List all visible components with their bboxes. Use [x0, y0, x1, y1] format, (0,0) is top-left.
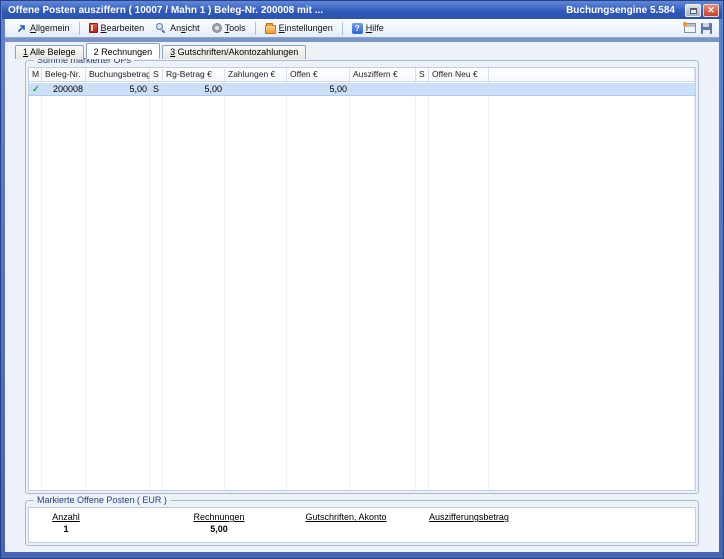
cell-beleg-nr: 200008 — [42, 83, 86, 95]
title-bar: Offene Posten ausziffern ( 10007 / Mahn … — [2, 2, 722, 19]
summary-gutschriften-akonto-label: Gutschriften, Akonto — [297, 512, 395, 522]
ops-table-gridlines — [29, 68, 695, 490]
toolbar-separator — [342, 22, 343, 35]
edit-book-icon — [89, 23, 98, 33]
column-header-m[interactable]: M — [29, 68, 42, 81]
toolbar-button-einstellungen[interactable]: Einstellungen — [259, 22, 339, 35]
column-header-offen[interactable]: Offen € — [287, 68, 350, 81]
summary-groupbox: Markierte Offene Posten ( EUR ) Anzahl 1… — [25, 500, 699, 546]
cell-rg-betrag: 5,00 — [163, 83, 225, 95]
column-header-s2[interactable]: S — [416, 68, 429, 81]
magnifier-icon — [156, 23, 167, 34]
summary-rechnungen-label: Rechnungen — [179, 512, 259, 522]
summary-anzahl: Anzahl 1 — [37, 512, 95, 534]
ops-groupbox: Summe markierter OPs M Beleg-Nr. Buchung… — [25, 60, 699, 494]
cell-zahlungen — [225, 83, 287, 95]
column-header-rg-betrag[interactable]: Rg-Betrag € — [163, 68, 225, 81]
help-icon — [352, 23, 363, 34]
summary-anzahl-label: Anzahl — [37, 512, 95, 522]
column-header-buchungsbetrag[interactable]: Buchungsbetrag € — [86, 68, 150, 81]
summary-anzahl-value: 1 — [37, 524, 95, 534]
toolbar: Allgemein Bearbeiten Ansicht Tools Einst… — [5, 19, 719, 38]
ops-table: M Beleg-Nr. Buchungsbetrag € S Rg-Betrag… — [29, 68, 695, 490]
column-header-zahlungen[interactable]: Zahlungen € — [225, 68, 287, 81]
toolbar-button-hilfe[interactable]: Hilfe — [346, 22, 390, 35]
cell-buchungsbetrag: 5,00 — [86, 83, 150, 95]
cell-offen: 5,00 — [287, 83, 350, 95]
check-icon: ✓ — [29, 83, 42, 95]
summary-rechnungen: Rechnungen 5,00 — [179, 512, 259, 534]
gear-icon — [212, 23, 222, 33]
summary-panel: Anzahl 1 Rechnungen 5,00 Gutschriften, A… — [28, 507, 696, 543]
ops-table-header-row: M Beleg-Nr. Buchungsbetrag € S Rg-Betrag… — [29, 68, 695, 82]
toolbar-separator — [79, 22, 80, 35]
summary-auszifferungsbetrag-label: Auszifferungsbetrag — [417, 512, 521, 522]
cell-s2 — [416, 83, 429, 95]
cell-offen-neu — [429, 83, 489, 95]
ops-table-panel: M Beleg-Nr. Buchungsbetrag € S Rg-Betrag… — [28, 67, 696, 491]
table-row-selected[interactable]: ✓ 200008 5,00 S 5,00 5,00 — [29, 83, 695, 96]
window: Offene Posten ausziffern ( 10007 / Mahn … — [0, 0, 724, 559]
column-header-filler — [489, 68, 695, 81]
cell-s1: S — [150, 83, 163, 95]
window-icon[interactable] — [684, 23, 696, 33]
client-area: Allgemein Bearbeiten Ansicht Tools Einst… — [5, 19, 719, 552]
summary-gutschriften-akonto-value — [297, 524, 395, 534]
window-title: Offene Posten ausziffern ( 10007 / Mahn … — [8, 5, 566, 16]
toolbar-button-tools[interactable]: Tools — [206, 22, 252, 34]
cell-ausziffern — [350, 83, 416, 95]
tab-alle-belege[interactable]: 1 Alle Belege — [15, 45, 84, 59]
column-header-offen-neu[interactable]: Offen Neu € — [429, 68, 489, 81]
settings-folder-icon — [265, 25, 276, 34]
toolbar-button-ansicht[interactable]: Ansicht — [150, 22, 206, 35]
toolbar-button-allgemein[interactable]: Allgemein — [10, 22, 76, 35]
toolbar-separator — [255, 22, 256, 35]
tab-gutschriften-akontozahlungen[interactable]: 3 Gutschriften/Akontozahlungen — [162, 45, 306, 59]
column-header-ausziffern[interactable]: Ausziffern € — [350, 68, 416, 81]
restore-button[interactable] — [685, 4, 701, 17]
save-icon[interactable] — [701, 23, 712, 34]
close-button[interactable]: ✕ — [703, 4, 719, 17]
tab-rechnungen[interactable]: 2 Rechnungen — [86, 43, 161, 59]
column-header-beleg-nr[interactable]: Beleg-Nr. — [42, 68, 86, 81]
summary-auszifferungsbetrag: Auszifferungsbetrag — [417, 512, 521, 534]
summary-auszifferungsbetrag-value — [417, 524, 521, 534]
column-header-s1[interactable]: S — [150, 68, 163, 81]
summary-gutschriften-akonto: Gutschriften, Akonto — [297, 512, 395, 534]
engine-version-label: Buchungsengine 5.584 — [566, 5, 675, 16]
arrow-up-right-icon — [16, 23, 27, 34]
restore-icon — [690, 8, 697, 14]
toolbar-button-bearbeiten[interactable]: Bearbeiten — [83, 22, 151, 34]
tab-strip: 1 Alle Belege 2 Rechnungen 3 Gutschrifte… — [5, 42, 719, 59]
summary-rechnungen-value: 5,00 — [179, 524, 259, 534]
summary-groupbox-legend: Markierte Offene Posten ( EUR ) — [34, 495, 170, 505]
toolbar-right-group — [684, 23, 714, 34]
